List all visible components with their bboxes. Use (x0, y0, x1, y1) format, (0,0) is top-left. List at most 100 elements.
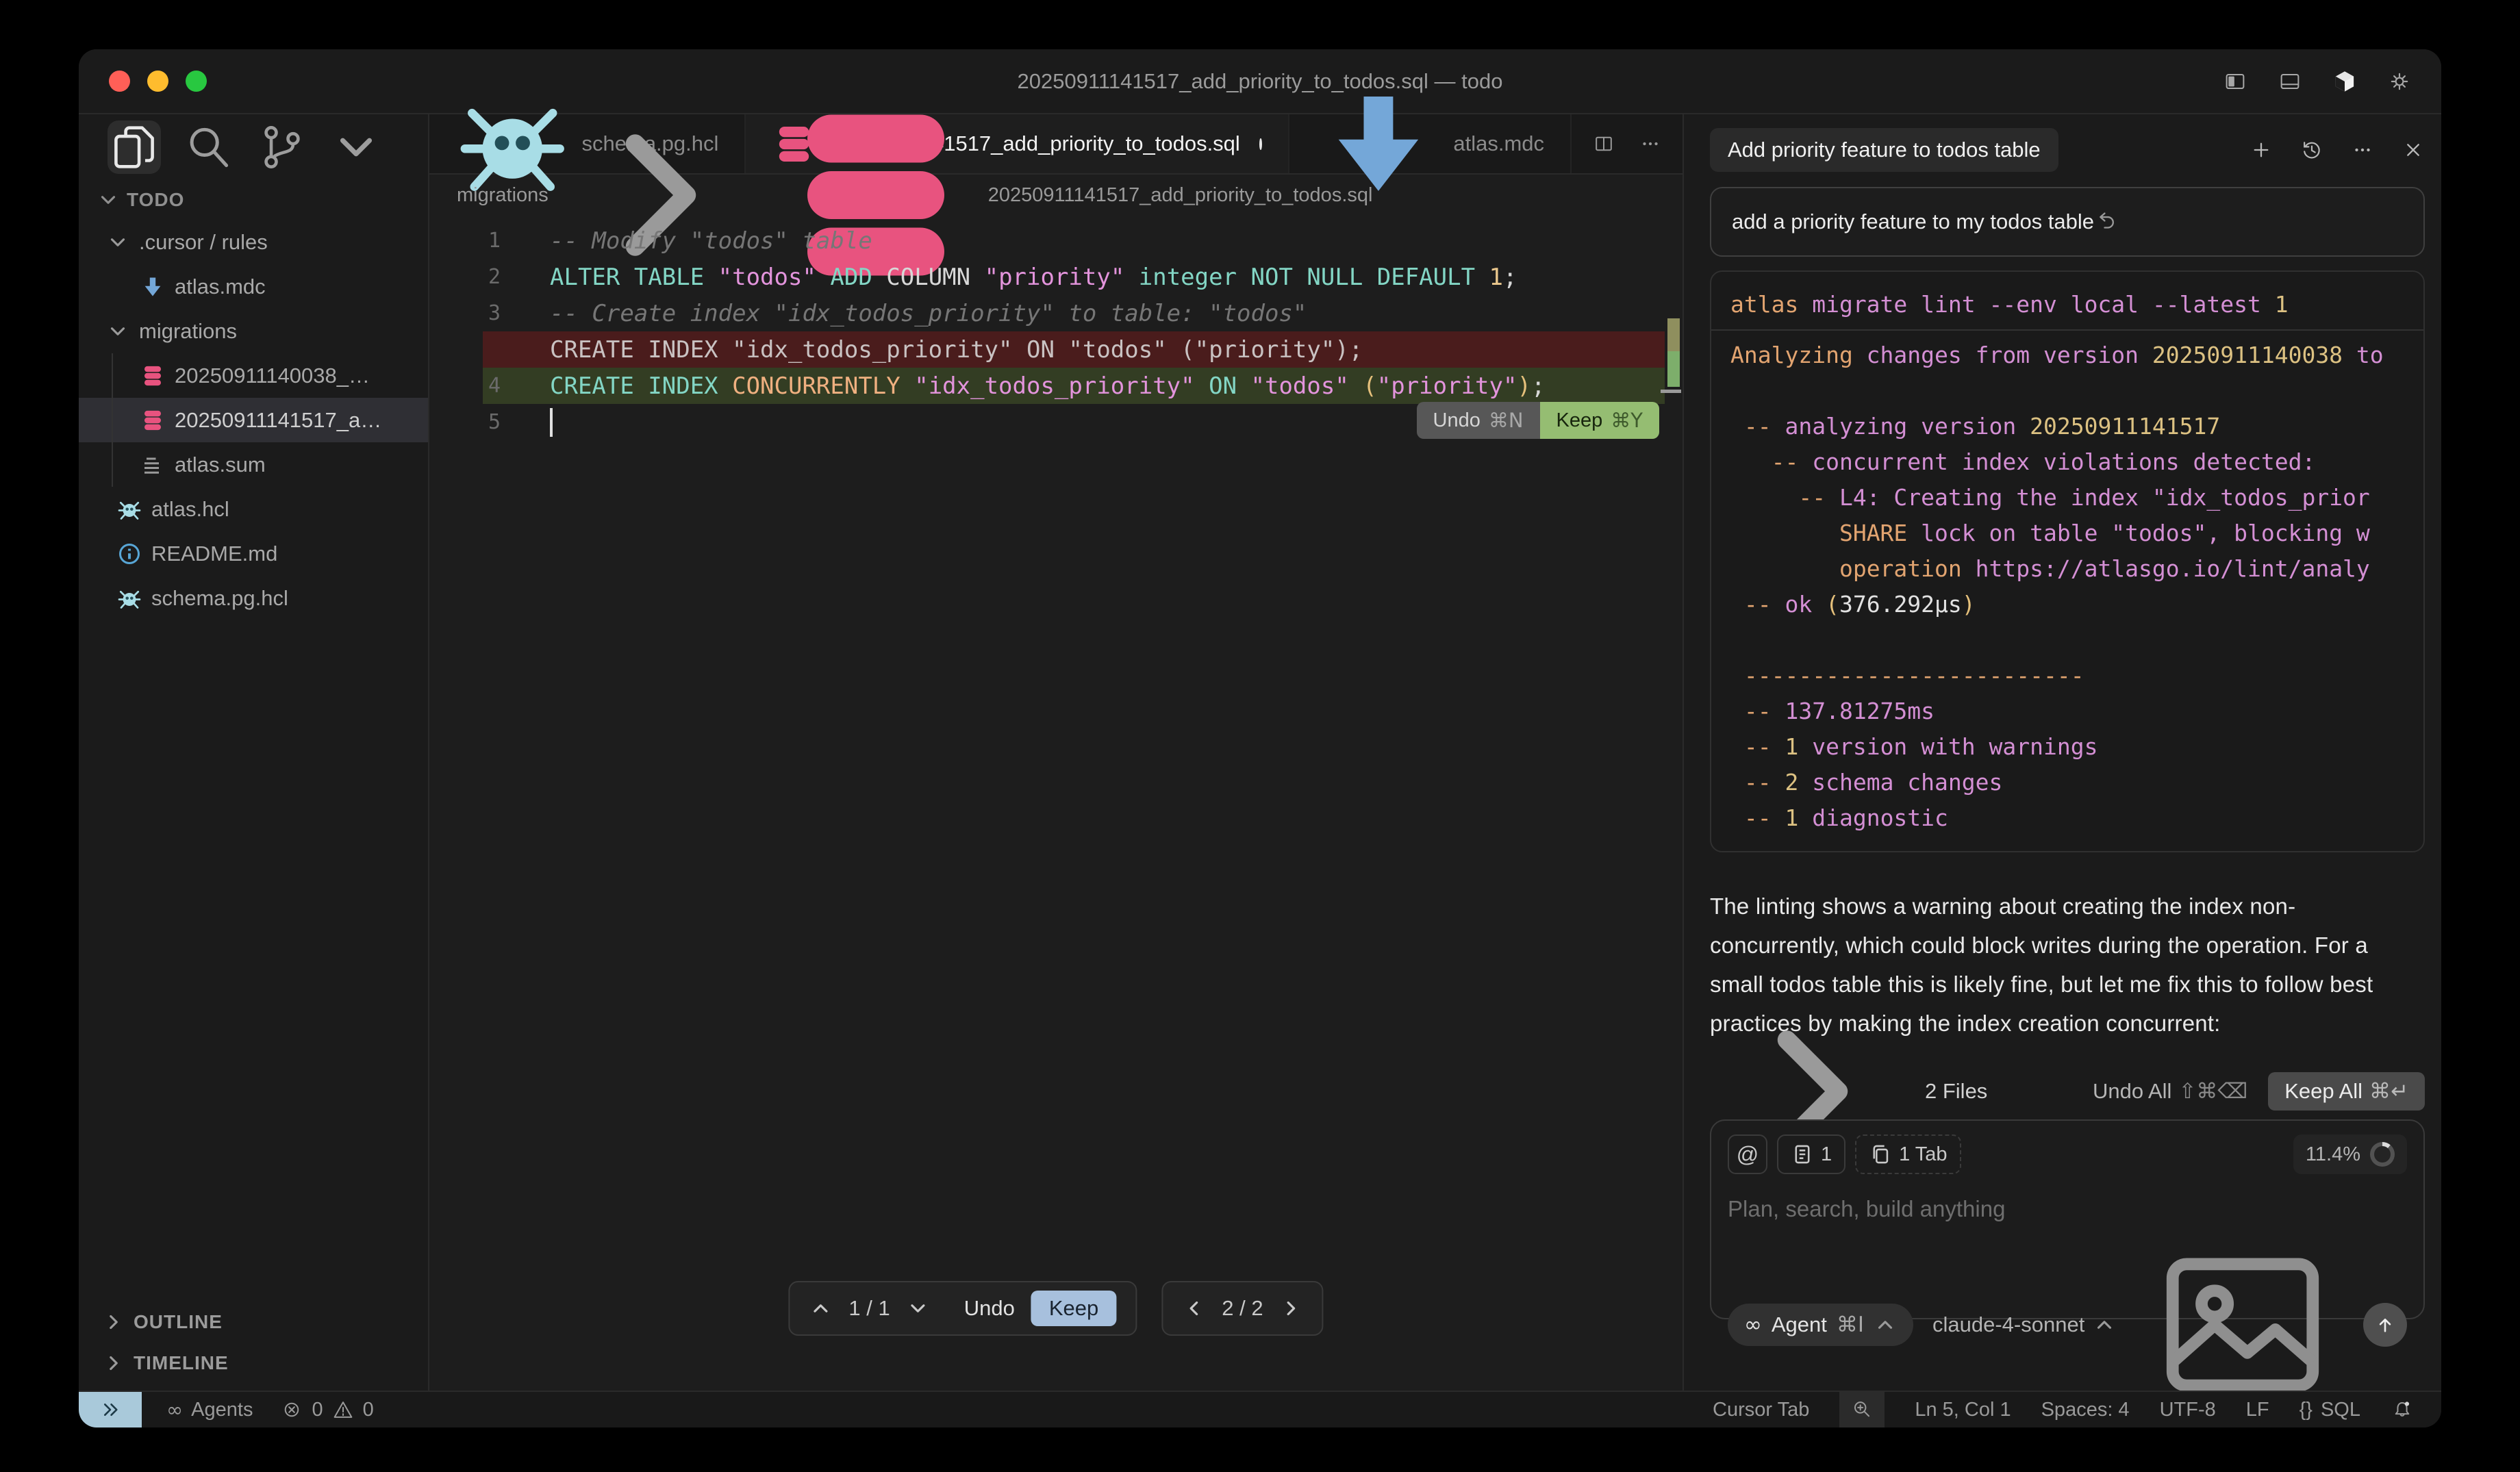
toggle-panel-icon[interactable] (2278, 70, 2302, 93)
infinity-icon: ∞ (1744, 1312, 1762, 1337)
tree-folder-.cursor-rules[interactable]: .cursor / rules (79, 220, 428, 264)
terminal-line: -- 2 schema changes (1730, 765, 2404, 800)
new-chat-icon[interactable] (2250, 138, 2273, 162)
files-count[interactable]: 2 Files (1925, 1079, 1987, 1104)
scrollbar-diff-marks (1667, 318, 1680, 387)
gear-icon[interactable] (2388, 70, 2411, 93)
remote-indicator-button[interactable] (79, 1392, 142, 1427)
line-number: 4 (429, 374, 550, 398)
cursor-tab-status-item[interactable]: Cursor Tab (1713, 1399, 1809, 1421)
code-editor[interactable]: 1-- Modify "todos" table2ALTER TABLE "to… (429, 216, 1683, 1391)
agent-mode-selector[interactable]: ∞ Agent ⌘I (1728, 1304, 1913, 1346)
remote-icon (99, 1398, 122, 1421)
agents-status-item[interactable]: ∞ Agents (166, 1398, 253, 1421)
problems-status-item[interactable]: 0 0 (280, 1398, 373, 1421)
change-counter: 2 / 2 (1222, 1296, 1263, 1321)
chat-input-placeholder[interactable]: Plan, search, build anything (1728, 1196, 2407, 1222)
tree-file-atlas.sum[interactable]: atlas.sum (79, 442, 428, 487)
eol-status-item[interactable]: LF (2246, 1399, 2269, 1421)
breadcrumb-folder[interactable]: migrations (457, 184, 549, 207)
tab-label: atlas.mdc (1453, 131, 1544, 156)
code-line: 2ALTER TABLE "todos" ADD COLUMN "priorit… (429, 259, 1683, 295)
project-section-header[interactable]: TODO (79, 180, 428, 220)
modified-dot (1259, 138, 1262, 150)
active-tab-chip[interactable]: 1 Tab (1855, 1134, 1961, 1174)
indentation-status-item[interactable]: Spaces: 4 (2041, 1399, 2130, 1421)
model-selector[interactable]: claude-4-sonnet (1932, 1312, 2116, 1337)
terminal-output: atlas migrate lint --env local --latest … (1710, 270, 2425, 852)
minimize-window-button[interactable] (147, 71, 168, 92)
user-prompt-text: add a priority feature to my todos table (1732, 210, 2094, 234)
db-icon (140, 364, 165, 388)
terminal-line: atlas migrate lint --env local --latest … (1730, 287, 2404, 322)
undo-all-button[interactable]: Undo All⇧⌘⌫ (2093, 1079, 2247, 1104)
brackets-icon: {} (2300, 1399, 2313, 1421)
diff-keep-button[interactable]: Keep ⌘Y (1540, 402, 1659, 439)
explorer-icon[interactable] (108, 120, 161, 174)
chat-more-icon[interactable] (2351, 138, 2374, 162)
cursor-logo-icon[interactable] (2333, 70, 2356, 93)
chevron-right-icon (102, 1310, 125, 1334)
terminal-line (1730, 622, 2404, 658)
keep-button[interactable]: Keep (1031, 1291, 1116, 1326)
tree-file-atlas.mdc[interactable]: atlas.mdc (79, 264, 428, 309)
context-files-chip[interactable]: 1 (1777, 1134, 1845, 1174)
changed-files-bar: 2 Files Undo All⇧⌘⌫ Keep All⌘↵ (1710, 1070, 2425, 1113)
infinity-icon: ∞ (166, 1398, 183, 1421)
chat-title-tab[interactable]: Add priority feature to todos table (1710, 128, 2058, 172)
context-usage-indicator[interactable]: 11.4% (2293, 1134, 2407, 1174)
chevron-down-icon[interactable] (907, 1297, 930, 1320)
tab-atlas.mdc[interactable]: atlas.mdc (1289, 114, 1572, 173)
terminal-line: -- ok (376.292µs) (1730, 587, 2404, 622)
chevron-down-icon (106, 320, 129, 343)
attach-image-icon[interactable] (2140, 1222, 2345, 1391)
zoom-status-item[interactable] (1839, 1391, 1885, 1427)
chevron-left-icon[interactable] (1182, 1297, 1205, 1320)
chevron-up-icon[interactable] (809, 1297, 832, 1320)
chevron-right-icon (102, 1352, 125, 1375)
maximize-window-button[interactable] (186, 71, 207, 92)
close-chat-icon[interactable] (2402, 138, 2425, 162)
toggle-sidebar-icon[interactable] (2223, 70, 2247, 93)
breadcrumb-file[interactable]: 20250911141517_add_priority_to_todos.sql (988, 184, 1373, 207)
send-button[interactable] (2363, 1303, 2407, 1347)
line-col-status-item[interactable]: Ln 5, Col 1 (1915, 1399, 2011, 1421)
terminal-line: operation https://atlasgo.io/lint/analy (1730, 551, 2404, 587)
diff-inline-actions: Undo ⌘N Keep ⌘Y (1417, 402, 1659, 439)
close-window-button[interactable] (109, 71, 130, 92)
tree-folder-migrations[interactable]: migrations (79, 309, 428, 353)
chat-composer[interactable]: @ 1 1 Tab 11.4% Plan, search, build anyt… (1710, 1119, 2425, 1319)
language-status-item[interactable]: {} SQL (2300, 1399, 2360, 1421)
editor-more-actions-icon[interactable] (1639, 132, 1662, 155)
code-line: 1-- Modify "todos" table (429, 223, 1683, 259)
tree-file-atlas.hcl[interactable]: atlas.hcl (79, 487, 428, 531)
tree-file-readme.md[interactable]: README.md (79, 531, 428, 576)
chevron-right-icon[interactable] (1280, 1297, 1303, 1320)
add-context-button[interactable]: @ (1728, 1134, 1767, 1174)
terminal-line: -- L4: Creating the index "idx_todos_pri… (1730, 480, 2404, 516)
keep-all-button[interactable]: Keep All⌘↵ (2268, 1072, 2425, 1111)
restore-checkpoint-icon[interactable] (2094, 210, 2117, 233)
notifications-bell-icon[interactable] (2391, 1398, 2414, 1421)
split-editor-icon[interactable] (1592, 132, 1615, 155)
tree-file-20250911140038-[interactable]: 20250911140038_… (79, 353, 428, 398)
more-views-chevron-icon[interactable] (329, 120, 383, 174)
tree-item-label: schema.pg.hcl (151, 586, 288, 611)
spider-icon (117, 497, 142, 522)
undo-button[interactable]: Undo (964, 1296, 1015, 1321)
diff-undo-button[interactable]: Undo ⌘N (1417, 402, 1540, 439)
error-icon (280, 1398, 303, 1421)
encoding-status-item[interactable]: UTF-8 (2160, 1399, 2216, 1421)
timeline-section[interactable]: TIMELINE (79, 1343, 428, 1384)
status-bar: ∞ Agents 0 0 Cursor Tab Ln 5, Col 1 Spac… (79, 1391, 2441, 1427)
tree-file-20250911141517-a-[interactable]: 20250911141517_a… (79, 398, 428, 442)
search-icon[interactable] (181, 120, 235, 174)
terminal-line: -- 1 version with warnings (1730, 729, 2404, 765)
outline-section[interactable]: OUTLINE (79, 1302, 428, 1343)
user-prompt-box[interactable]: add a priority feature to my todos table (1710, 187, 2425, 257)
tree-file-schema.pg.hcl[interactable]: schema.pg.hcl (79, 576, 428, 620)
tree-item-label: .cursor / rules (139, 230, 268, 255)
source-control-icon[interactable] (255, 120, 309, 174)
chat-history-icon[interactable] (2300, 138, 2323, 162)
breadcrumb[interactable]: migrations 20250911141517_add_priority_t… (429, 175, 1683, 216)
